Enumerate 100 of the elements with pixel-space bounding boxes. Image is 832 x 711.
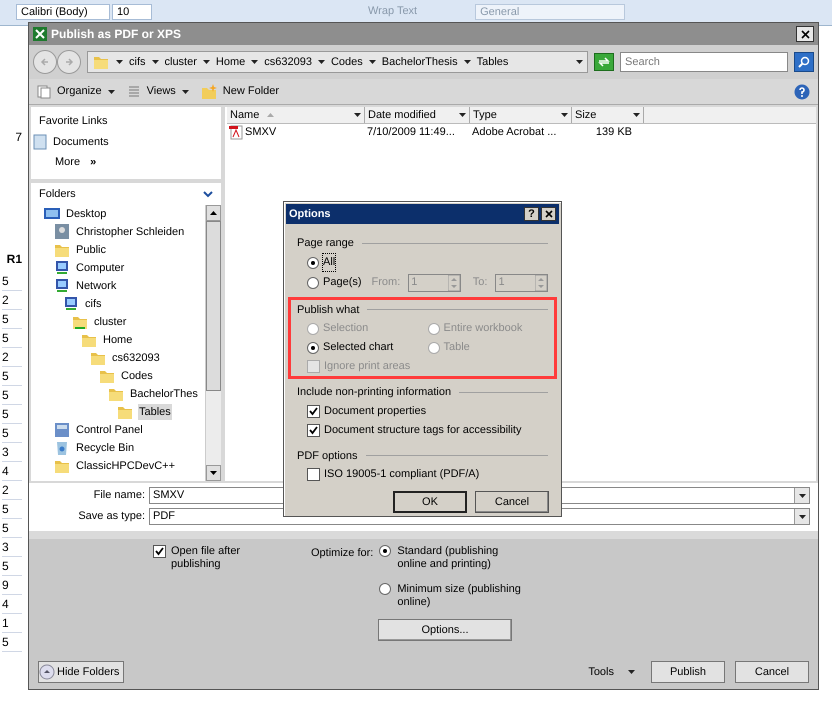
user-icon [53, 223, 71, 241]
breadcrumb-item[interactable]: cifs [129, 54, 146, 70]
hide-folders-button[interactable]: Hide Folders [38, 661, 124, 683]
column-header[interactable]: Type [470, 107, 572, 123]
help-icon[interactable] [794, 84, 810, 100]
breadcrumb-item[interactable]: cluster [164, 54, 197, 70]
toolbar-button[interactable]: Organize [37, 83, 115, 100]
chevron-down-icon[interactable] [203, 190, 213, 198]
tree-item[interactable]: ClassicHPCDevC++ [75, 458, 176, 474]
dropdown-arrow-icon [459, 113, 466, 117]
refresh-button[interactable] [594, 53, 614, 71]
radio-button[interactable] [307, 256, 319, 268]
radio-label: Standard (publishing online and printing) [397, 545, 500, 571]
right-arrow-icon [64, 57, 74, 67]
tree-item[interactable]: Control Panel [75, 422, 144, 438]
table-cell: 5 [2, 633, 22, 652]
toolbar-button[interactable]: New Folder [200, 83, 280, 100]
tree-item[interactable]: cs632093 [111, 350, 161, 366]
search-field[interactable]: Search [620, 52, 788, 72]
scroll-down-icon [210, 471, 217, 475]
column-header[interactable]: Name [227, 107, 365, 123]
help-button[interactable]: ? [524, 207, 539, 221]
address-bar[interactable]: cifs cluster Home cs632093 Codes BachelorThesis Tables [87, 51, 588, 73]
radio-button[interactable] [379, 545, 392, 557]
table-cell: 5 [2, 500, 22, 519]
field-label: To: [472, 275, 488, 290]
breadcrumb-item[interactable]: BachelorThesis [382, 54, 458, 70]
dropdown-arrow-icon [798, 514, 806, 518]
table-cell: 4 [2, 595, 22, 614]
tree-item[interactable]: Computer [75, 260, 126, 276]
table-cell-text: Adobe Acrobat ... [472, 125, 558, 140]
checkbox[interactable] [153, 545, 166, 558]
radio-label: Selected chart [323, 340, 394, 356]
publish-button[interactable]: Publish [651, 661, 725, 683]
scrollbar[interactable] [205, 205, 221, 481]
group-label: Page range [297, 236, 354, 251]
cancel-button[interactable]: Cancel [475, 491, 549, 513]
tree-item[interactable]: cifs [84, 296, 102, 312]
tree-item[interactable]: Codes [120, 368, 154, 384]
network-icon [53, 277, 71, 295]
cancel-button[interactable]: Cancel [735, 661, 809, 683]
font-field[interactable]: Calibri (Body) [16, 4, 110, 20]
close-button[interactable] [796, 26, 814, 42]
close-button[interactable] [541, 207, 556, 221]
field-label: Save as type: [77, 509, 146, 524]
tree-item[interactable]: BachelorThes [129, 386, 199, 402]
table-cell: 5 [2, 272, 22, 291]
table-cell: 5 [2, 386, 22, 405]
computer-icon [53, 259, 71, 277]
breadcrumb-item[interactable]: Tables [476, 54, 508, 70]
table-cell: 5 [2, 424, 22, 443]
documents-icon [33, 134, 47, 150]
ok-button[interactable]: OK [393, 491, 467, 513]
favorite-link[interactable]: Documents [53, 134, 109, 150]
pdf-file-icon [229, 125, 243, 140]
table-cell: 4 [2, 462, 22, 481]
font-size-field[interactable]: 10 [112, 4, 152, 20]
app-icon [33, 27, 47, 41]
table-cell: 5 [2, 367, 22, 386]
tree-item[interactable]: Christopher Schleiden [75, 224, 186, 240]
column-header[interactable]: Date modified [365, 107, 470, 123]
radio-button[interactable] [379, 583, 392, 595]
dropdown-arrow-icon [368, 60, 376, 64]
tree-item[interactable]: Home [102, 332, 134, 348]
checkbox[interactable] [307, 424, 320, 436]
checkbox[interactable] [307, 468, 320, 481]
field-label: Optimize for: [311, 546, 374, 561]
search-button[interactable] [794, 52, 814, 72]
dropdown-arrow-icon [354, 113, 361, 117]
tree-item[interactable]: cluster [93, 314, 128, 330]
tree-item[interactable]: Desktop [65, 206, 108, 222]
table-cell: 2 [2, 348, 22, 367]
toolbar-button[interactable]: Views [126, 83, 189, 100]
more-link[interactable]: More » [55, 154, 213, 170]
radio-button[interactable] [307, 342, 319, 354]
checkbox[interactable] [307, 404, 320, 418]
dropdown-arrow-icon [251, 60, 258, 64]
table-cell: 5 [2, 310, 22, 329]
breadcrumb-item[interactable]: cs632093 [264, 54, 312, 70]
radio-label: Entire workbook [444, 321, 522, 336]
tree-item[interactable]: Public [75, 242, 107, 258]
dropdown-arrow-icon [628, 670, 635, 674]
table-cell: 5 [2, 557, 22, 576]
dialog-title: Options [289, 206, 332, 222]
table-cell-text: 7/10/2009 11:49... [367, 125, 456, 140]
tree-item[interactable]: Recycle Bin [75, 440, 136, 456]
dropdown-arrow-icon [561, 113, 568, 117]
radio-button[interactable] [307, 276, 319, 288]
tools-button[interactable]: Tools [588, 664, 635, 680]
tree-item[interactable]: Tables [138, 404, 172, 420]
tree-item[interactable]: Network [75, 278, 118, 294]
options-button[interactable]: Options... [378, 619, 512, 641]
group-label: Publish what [297, 302, 360, 318]
panel-heading: Folders [39, 186, 76, 202]
table-cell-text: 7 [15, 129, 22, 146]
file-row[interactable]: SMXV 7/10/2009 11:49... Adobe Acrobat ... 139 KB [229, 124, 816, 141]
breadcrumb-item[interactable]: Home [216, 54, 246, 70]
column-header[interactable]: Size [572, 107, 644, 123]
breadcrumb-item[interactable]: Codes [330, 54, 363, 70]
checkbox-label: Document properties [324, 404, 426, 419]
